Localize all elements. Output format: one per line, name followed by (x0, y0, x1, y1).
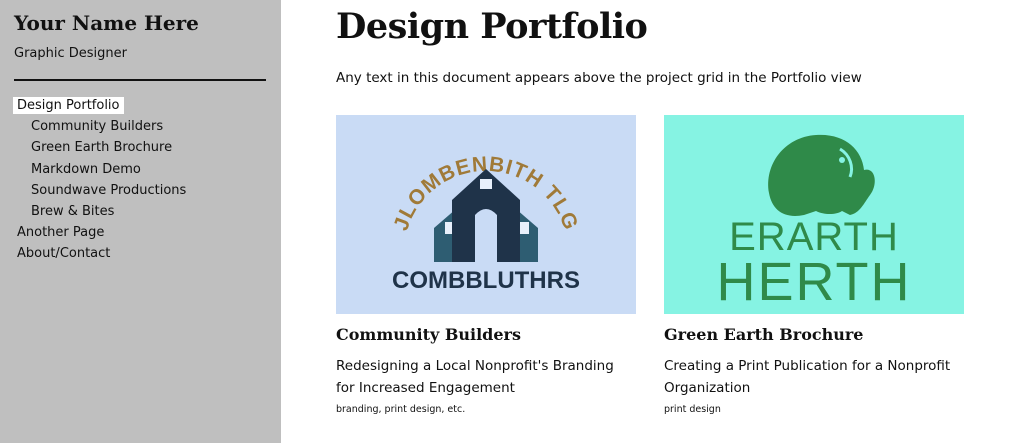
site-role: Graphic Designer (14, 46, 127, 61)
project-card-green-earth-brochure[interactable]: ERARTH HERTH Green Earth Brochure Creati… (664, 115, 964, 415)
nav-item-design-portfolio[interactable]: Design Portfolio (13, 95, 273, 116)
svg-text:HERTH: HERTH (716, 252, 911, 312)
nav-item-soundwave-productions[interactable]: Soundwave Productions (13, 180, 273, 201)
main-content: Design Portfolio Any text in this docume… (281, 0, 1024, 443)
page-title: Design Portfolio (336, 6, 648, 47)
nav-item-label: Soundwave Productions (31, 182, 187, 198)
sidebar: Your Name Here Graphic Designer Design P… (0, 0, 281, 443)
sidebar-nav: Design Portfolio Community Builders Gree… (13, 95, 273, 265)
green-earth-logo-image[interactable]: ERARTH HERTH (664, 115, 964, 314)
project-card-tags: print design (664, 404, 721, 415)
nav-item-label: About/Contact (17, 246, 111, 262)
site-name[interactable]: Your Name Here (14, 11, 199, 35)
nav-item-label: Markdown Demo (31, 161, 141, 177)
community-builders-logo-image[interactable]: JLOMBENBITH TLG COMBBLUTHRS (336, 115, 636, 314)
project-card-subtitle: Redesigning a Local Nonprofit's Branding… (336, 358, 614, 396)
nav-item-about-contact[interactable]: About/Contact (13, 243, 273, 264)
svg-text:COMBBLUTHRS: COMBBLUTHRS (392, 267, 580, 294)
nav-item-community-builders[interactable]: Community Builders (13, 116, 273, 137)
nav-item-label: Brew & Bites (31, 203, 115, 219)
nav-item-label: Another Page (17, 225, 105, 241)
nav-item-brew-and-bites[interactable]: Brew & Bites (13, 201, 273, 222)
nav-item-label: Design Portfolio (13, 97, 124, 114)
project-card-title[interactable]: Green Earth Brochure (664, 325, 863, 344)
nav-item-label: Green Earth Brochure (31, 140, 173, 156)
intro-text: Any text in this document appears above … (336, 70, 862, 86)
project-card-tags: branding, print design, etc. (336, 404, 466, 415)
nav-item-label: Community Builders (31, 119, 164, 135)
nav-item-markdown-demo[interactable]: Markdown Demo (13, 159, 273, 180)
project-card-subtitle: Creating a Print Publication for a Nonpr… (664, 358, 951, 396)
nav-item-green-earth-brochure[interactable]: Green Earth Brochure (13, 137, 273, 158)
sidebar-divider (14, 79, 266, 81)
nav-item-another-page[interactable]: Another Page (13, 222, 273, 243)
project-card-title[interactable]: Community Builders (336, 325, 521, 344)
project-card-community-builders[interactable]: JLOMBENBITH TLG COMBBLUTHRS Community Bu… (336, 115, 636, 415)
